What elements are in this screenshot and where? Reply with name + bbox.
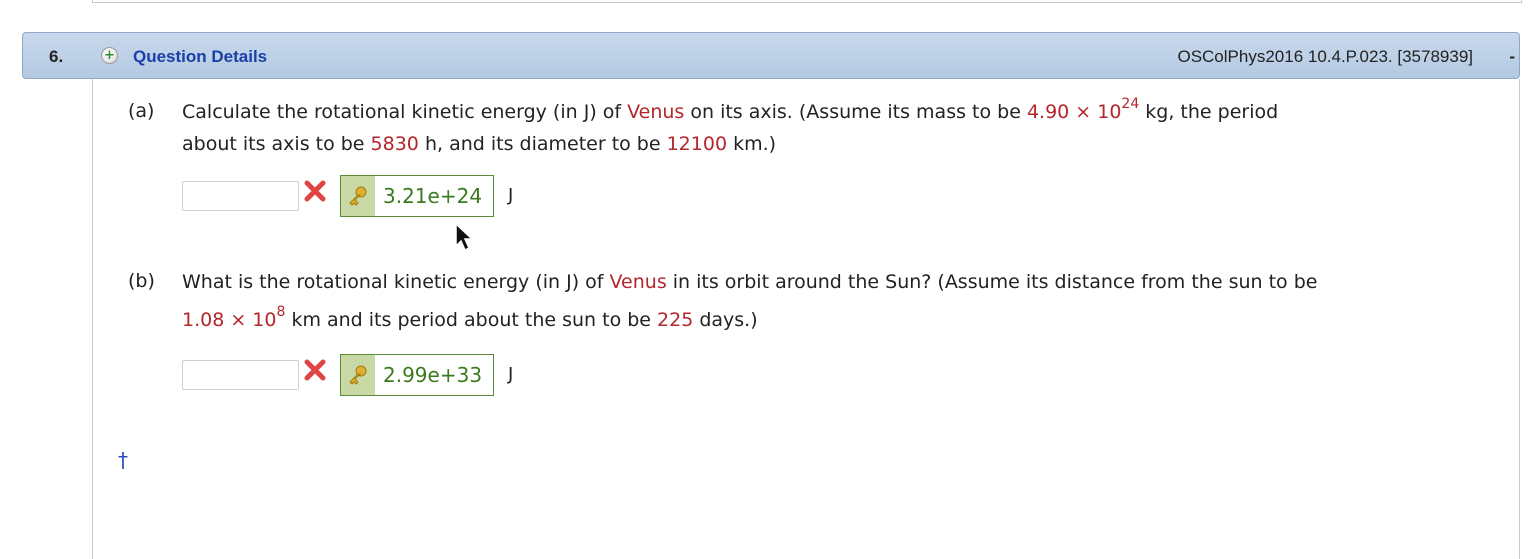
part-a-answer-input[interactable] [182, 181, 299, 211]
footnote-dagger[interactable]: † [118, 448, 128, 472]
question-number: 6. [49, 47, 64, 66]
collapse-button[interactable]: - [1509, 47, 1515, 67]
part-b-answer-key: 2.99e+33 [340, 354, 494, 396]
part-a-line-1: Calculate the rotational kinetic energy … [182, 95, 1279, 123]
part-a-label: (a) [128, 100, 155, 122]
distance-value: 1.08 × 108 [182, 303, 286, 331]
part-b-answer-input[interactable] [182, 360, 299, 390]
orbit-period-value: 225 [657, 309, 694, 331]
incorrect-x-icon [304, 359, 326, 381]
question-details-link[interactable]: Question Details [133, 47, 267, 67]
planet-name: Venus [627, 101, 685, 123]
mass-value: 4.90 × 1024 [1026, 95, 1140, 123]
part-a-unit: J [508, 185, 514, 206]
previous-question-box [92, 0, 1522, 3]
part-b-line-2: 1.08 × 108 km and its period about the s… [182, 303, 758, 331]
incorrect-x-icon [304, 180, 326, 202]
diameter-value: 12100 [666, 133, 728, 155]
part-a-answer-key: 3.21e+24 [340, 175, 494, 217]
part-b-unit: J [508, 364, 514, 385]
part-b-line-1: What is the rotational kinetic energy (i… [182, 271, 1318, 293]
part-b-answer-value: 2.99e+33 [383, 363, 483, 387]
key-icon[interactable] [341, 176, 375, 216]
part-b-label: (b) [128, 270, 155, 292]
period-value: 5830 [370, 133, 419, 155]
mouse-cursor-icon [455, 222, 474, 252]
question-id: OSColPhys2016 10.4.P.023. [3578939] [1177, 47, 1473, 66]
expand-plus-icon[interactable]: + [101, 47, 118, 64]
planet-name: Venus [609, 271, 667, 293]
question-header: 6. + Question Details OSColPhys2016 10.4… [22, 32, 1520, 79]
part-a-answer-value: 3.21e+24 [383, 184, 483, 208]
part-a-line-2: about its axis to be 5830 h, and its dia… [182, 133, 777, 155]
key-icon[interactable] [341, 355, 375, 395]
